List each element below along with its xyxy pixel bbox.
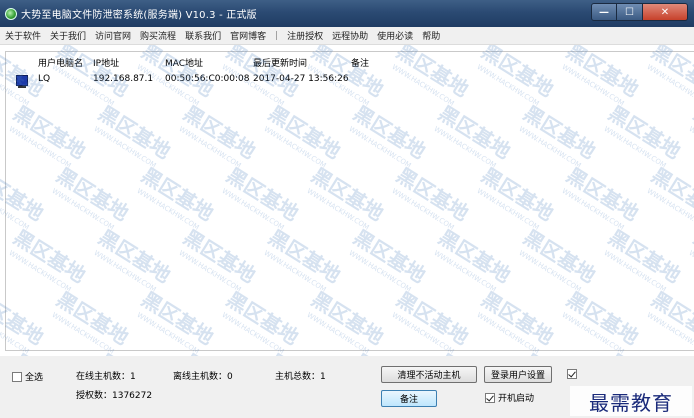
- menu-purchase-process[interactable]: 购买流程: [140, 29, 176, 42]
- menu-visit-website[interactable]: 访问官网: [95, 29, 131, 42]
- table-row[interactable]: LQ 192.168.87.1 00:50:56:C0:00:08 2017-0…: [6, 74, 694, 88]
- menu-must-read[interactable]: 使用必读: [377, 29, 413, 42]
- title-bar: 大势至电脑文件防泄密系统(服务端) V10.3 - 正式版 — ☐ ✕: [0, 0, 694, 27]
- column-header-computer-name[interactable]: 用户电脑名: [38, 56, 83, 69]
- menu-about-us[interactable]: 关于我们: [50, 29, 86, 42]
- offline-hosts-count: 离线主机数：0: [173, 372, 233, 382]
- window-controls: — ☐ ✕: [591, 3, 688, 21]
- select-all-box[interactable]: [12, 371, 22, 382]
- online-hosts-count: 在线主机数：1: [76, 372, 136, 382]
- status-panel: 全选 在线主机数：1 离线主机数：0 主机总数：1 授权数：1376272 清理…: [0, 356, 694, 418]
- option-checkbox[interactable]: [567, 369, 580, 379]
- column-header-last-update[interactable]: 最后更新时间: [253, 56, 307, 69]
- cell-computer-name: LQ: [38, 74, 51, 84]
- select-all-label: 全选: [25, 373, 44, 383]
- app-icon: [5, 7, 17, 20]
- autostart-checkbox[interactable]: 开机启动: [485, 391, 534, 404]
- menu-register-license[interactable]: 注册授权: [287, 29, 323, 42]
- brand-logo: 最需教育: [570, 386, 692, 416]
- cell-mac: 00:50:56:C0:00:08: [165, 74, 250, 84]
- option-box[interactable]: [567, 369, 577, 379]
- clear-inactive-hosts-button[interactable]: 清理不活动主机: [381, 366, 477, 383]
- menu-contact-us[interactable]: 联系我们: [185, 29, 221, 42]
- menu-bar: 关于软件 关于我们 访问官网 购买流程 联系我们 官网博客 | 注册授权 远程协…: [0, 27, 694, 45]
- autostart-label: 开机启动: [498, 394, 535, 404]
- minimize-button[interactable]: —: [591, 3, 617, 21]
- total-hosts-count: 主机总数：1: [275, 372, 326, 382]
- select-all-checkbox[interactable]: 全选: [12, 370, 43, 383]
- menu-official-blog[interactable]: 官网博客: [230, 29, 266, 42]
- column-header-ip[interactable]: IP地址: [93, 56, 119, 69]
- column-header-note[interactable]: 备注: [351, 56, 369, 69]
- menu-about-software[interactable]: 关于软件: [5, 29, 41, 42]
- list-header: 用户电脑名 IP地址 MAC地址 最后更新时间 备注: [6, 56, 694, 70]
- host-list[interactable]: 用户电脑名 IP地址 MAC地址 最后更新时间 备注 LQ 192.168.87…: [5, 51, 694, 351]
- note-button[interactable]: 备注: [381, 390, 437, 407]
- menu-remote-assist[interactable]: 远程协助: [332, 29, 368, 42]
- autostart-box[interactable]: [485, 392, 495, 403]
- close-button[interactable]: ✕: [643, 3, 688, 21]
- menu-separator: |: [275, 30, 279, 41]
- license-count: 授权数：1376272: [76, 391, 153, 401]
- menu-help[interactable]: 帮助: [422, 29, 440, 42]
- column-header-mac[interactable]: MAC地址: [165, 56, 203, 69]
- window-title: 大势至电脑文件防泄密系统(服务端) V10.3 - 正式版: [21, 10, 257, 21]
- cell-last-update: 2017-04-27 13:56:26: [253, 74, 349, 84]
- maximize-button[interactable]: ☐: [617, 3, 643, 21]
- computer-icon: [16, 75, 28, 88]
- login-user-settings-button[interactable]: 登录用户设置: [484, 366, 552, 383]
- cell-ip: 192.168.87.1: [93, 74, 154, 84]
